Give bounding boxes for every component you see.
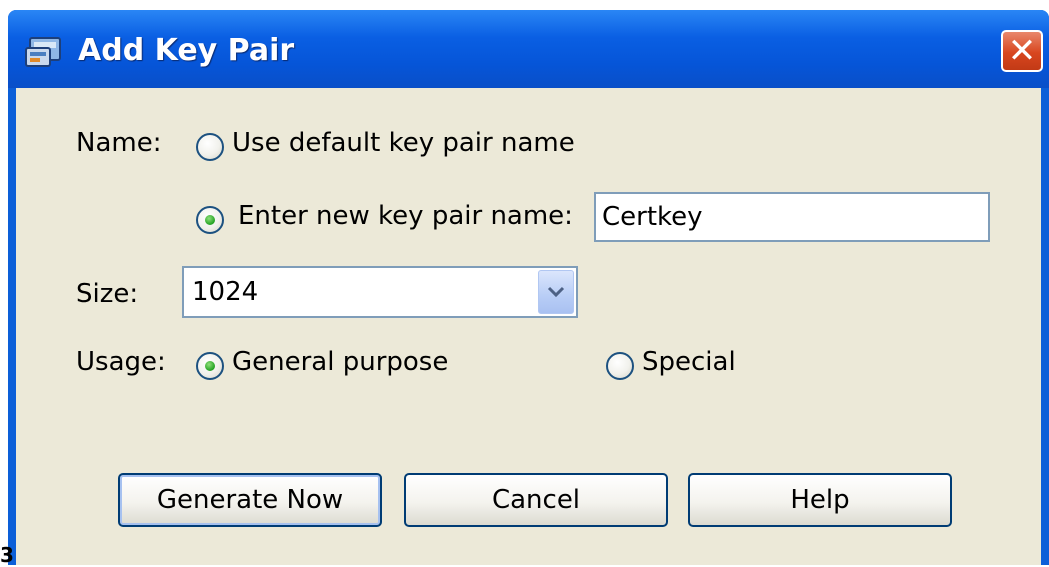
enter-new-name-label[interactable]: Enter new key pair name:	[238, 201, 573, 231]
enter-new-name-radio[interactable]	[196, 206, 224, 234]
general-purpose-radio[interactable]	[196, 352, 224, 380]
dialog-body: Name: Use default key pair name Enter ne…	[16, 88, 1041, 565]
dialog-title: Add Key Pair	[78, 33, 295, 68]
special-label[interactable]: Special	[642, 347, 736, 377]
special-radio[interactable]	[606, 352, 634, 380]
usage-label: Usage:	[76, 347, 166, 377]
size-label: Size:	[76, 279, 139, 309]
cancel-button[interactable]: Cancel	[404, 473, 668, 527]
use-default-name-label[interactable]: Use default key pair name	[232, 128, 575, 158]
key-pair-name-input[interactable]	[594, 192, 990, 242]
generate-now-button[interactable]: Generate Now	[118, 473, 382, 527]
stray-text: 3	[0, 543, 14, 567]
size-select-value: 1024	[192, 277, 259, 307]
add-key-pair-dialog: Add Key Pair ✕ Name: Use default key pai…	[8, 10, 1049, 565]
size-select[interactable]: 1024	[182, 266, 578, 318]
close-button[interactable]: ✕	[1001, 30, 1043, 72]
close-icon: ✕	[1007, 31, 1037, 71]
use-default-name-radio[interactable]	[196, 133, 224, 161]
key-pair-icon	[25, 37, 61, 67]
general-purpose-label[interactable]: General purpose	[232, 347, 448, 377]
dropdown-button[interactable]	[538, 270, 574, 314]
name-label: Name:	[76, 128, 162, 158]
help-button[interactable]: Help	[688, 473, 952, 527]
chevron-down-icon	[547, 286, 565, 298]
title-bar[interactable]: Add Key Pair ✕	[8, 10, 1049, 88]
